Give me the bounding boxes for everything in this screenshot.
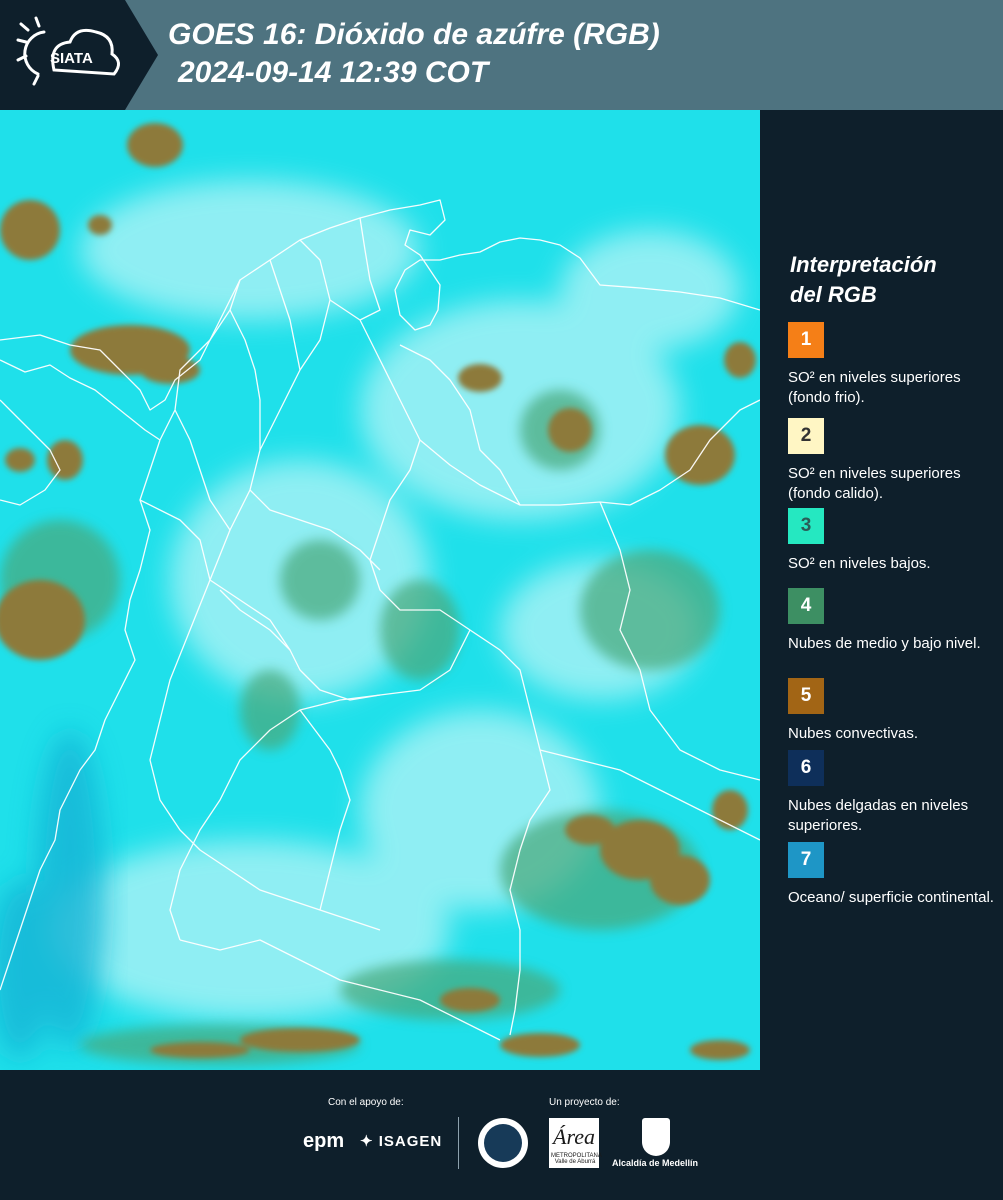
legend-label: SO² en niveles bajos. (788, 555, 931, 572)
legend-label: SO² en niveles superiores (fondo calido)… (788, 465, 961, 502)
legend-swatch: 2 (788, 418, 824, 454)
isagen-text: ISAGEN (378, 1133, 443, 1150)
satellite-map[interactable] (0, 110, 760, 1070)
legend-item: 4 Nubes de medio y bajo nivel. (788, 588, 998, 654)
page-title: GOES 16: Dióxido de azúfre (RGB) 2024-09… (168, 16, 660, 92)
legend-label: Nubes convectivas. (788, 725, 919, 742)
legend-item: 6 Nubes delgadas en niveles superiores. (788, 750, 998, 836)
legend-swatch: 1 (788, 322, 824, 358)
seal-inner (484, 1124, 522, 1162)
legend-swatch: 3 (788, 508, 824, 544)
legend-title-line-2: del RGB (790, 282, 877, 307)
legend-item: 2 SO² en niveles superiores (fondo calido… (788, 418, 998, 504)
legend-item: 3 SO² en niveles bajos. (788, 508, 998, 574)
siata-logo[interactable]: SIATA (0, 0, 158, 110)
isagen-logo[interactable]: ✦ ISAGEN (360, 1132, 442, 1150)
legend-label: Nubes delgadas en niveles superiores. (788, 797, 969, 834)
rgb-composite-image (0, 110, 760, 1070)
legend-label: Oceano/ superficie continental. (788, 889, 994, 906)
alcaldia-label: Alcaldía de Medellín (612, 1158, 699, 1168)
legend-item: 5 Nubes convectivas. (788, 678, 998, 744)
legend-swatch: 7 (788, 842, 824, 878)
legend-title-line-1: Interpretación (790, 252, 937, 277)
legend-item: 1 SO² en niveles superiores (fondo frio). (788, 322, 998, 408)
legend-swatch: 5 (788, 678, 824, 714)
footer: Con el apoyo de: Un proyecto de: epm ✦ I… (0, 1070, 1003, 1200)
title-line-1: GOES 16: Dióxido de azúfre (RGB) (168, 18, 660, 51)
support-label: Con el apoyo de: (328, 1097, 404, 1108)
medellin-seal-icon[interactable] (478, 1118, 528, 1168)
area-metropolitana-sub: METROPOLITANA Valle de Aburrá (551, 1153, 602, 1165)
title-line-2: 2024-09-14 12:39 COT (178, 56, 489, 89)
footer-divider (458, 1117, 459, 1169)
legend-label: Nubes de medio y bajo nivel. (788, 635, 981, 652)
legend-label: SO² en niveles superiores (fondo frio). (788, 369, 961, 406)
epm-logo[interactable]: epm (303, 1130, 344, 1153)
legend-panel: Interpretación del RGB 1 SO² en niveles s… (760, 110, 1003, 1070)
legend-title: Interpretación del RGB (790, 250, 937, 310)
project-label: Un proyecto de: (549, 1097, 620, 1108)
logo-text: SIATA (50, 50, 93, 67)
legend-swatch: 6 (788, 750, 824, 786)
legend-item: 7 Oceano/ superficie continental. (788, 842, 998, 908)
alcaldia-shield-icon[interactable] (642, 1118, 670, 1156)
sun-cloud-icon: SIATA (16, 16, 120, 86)
legend-swatch: 4 (788, 588, 824, 624)
header-bar: SIATA GOES 16: Dióxido de azúfre (RGB) 2… (0, 0, 1003, 110)
